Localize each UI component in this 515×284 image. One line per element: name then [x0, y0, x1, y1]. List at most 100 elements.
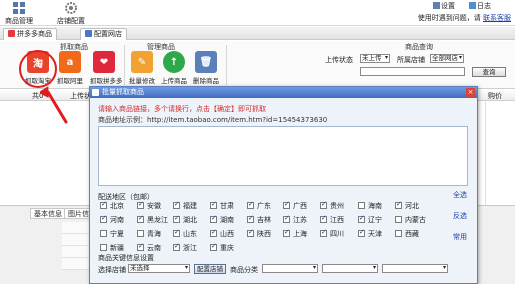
region-checkbox[interactable]: 海南	[358, 201, 382, 211]
checkbox[interactable]	[100, 230, 107, 237]
checkbox[interactable]	[320, 200, 327, 209]
region-checkbox[interactable]: 云南	[137, 242, 161, 253]
checkbox[interactable]	[320, 214, 327, 223]
common-regions-link[interactable]: 常用	[453, 232, 467, 242]
region-label: 江西	[330, 216, 344, 224]
region-label: 北京	[110, 202, 124, 210]
region-checkbox[interactable]: 贵州	[320, 200, 344, 211]
query-button[interactable]: 查询	[472, 67, 506, 77]
checkbox[interactable]	[283, 214, 290, 223]
checkbox[interactable]	[247, 200, 254, 209]
upload-product-button[interactable]: ↑ 上传商品	[160, 51, 188, 87]
category-select-2[interactable]	[322, 264, 378, 273]
checkbox[interactable]	[320, 228, 327, 237]
region-checkbox[interactable]: 福建	[173, 200, 197, 211]
ribbon: 抓取商品 管理商品 商品查询 淘 抓取淘宝 a 抓取阿里 ❤ 抓取拼多多 ✎ 批…	[0, 41, 515, 89]
checkbox[interactable]	[137, 200, 144, 209]
checkbox[interactable]	[100, 214, 107, 223]
close-button[interactable]: ×	[466, 88, 475, 97]
select-shop-label: 选择店铺	[98, 266, 126, 274]
checkbox[interactable]	[173, 200, 180, 209]
tab-config-shop[interactable]: 配置网店	[80, 28, 127, 40]
checkbox[interactable]	[137, 230, 144, 237]
log-link[interactable]: 日志	[469, 1, 491, 11]
checkbox[interactable]	[358, 214, 365, 223]
region-checkbox[interactable]: 江西	[320, 214, 344, 225]
shop-select[interactable]: 全部网店	[430, 54, 464, 63]
category-select-1[interactable]	[262, 264, 318, 273]
category-label: 商品分类	[230, 266, 258, 274]
checkbox[interactable]	[247, 214, 254, 223]
delete-product-button[interactable]: 🗑 删除商品	[192, 51, 220, 87]
checkbox[interactable]	[395, 200, 402, 209]
region-checkbox[interactable]: 甘肃	[210, 200, 234, 211]
tab-basic-info[interactable]: 基本信息	[30, 208, 66, 219]
region-checkbox[interactable]: 河北	[395, 200, 419, 211]
checkbox[interactable]	[137, 214, 144, 223]
region-checkbox[interactable]: 天津	[358, 228, 382, 239]
region-checkbox[interactable]: 浙江	[173, 242, 197, 253]
checkbox[interactable]	[173, 214, 180, 223]
shop-config-button[interactable]: 店铺配置	[54, 1, 88, 25]
tab-row: 拼多多商品 配置网店	[0, 27, 515, 40]
region-checkbox[interactable]: 河南	[100, 214, 124, 225]
checkbox[interactable]	[283, 200, 290, 209]
checkbox[interactable]	[358, 228, 365, 237]
settings-link[interactable]: 设置	[433, 1, 455, 11]
query-input[interactable]	[360, 67, 465, 76]
region-checkbox[interactable]: 上海	[283, 228, 307, 239]
checkbox[interactable]	[283, 228, 290, 237]
region-label: 安徽	[147, 202, 161, 210]
checkbox[interactable]	[210, 242, 217, 251]
region-checkbox[interactable]: 广西	[283, 200, 307, 211]
region-label: 广西	[293, 202, 307, 210]
checkbox[interactable]	[395, 216, 402, 223]
region-checkbox[interactable]: 湖北	[173, 214, 197, 225]
region-checkbox[interactable]: 辽宁	[358, 214, 382, 225]
fetch-alibaba-button[interactable]: a 抓取阿里	[56, 51, 84, 87]
batch-edit-button[interactable]: ✎ 批量修改	[128, 51, 156, 87]
region-checkbox[interactable]: 黑龙江	[137, 214, 168, 225]
checkbox[interactable]	[137, 242, 144, 251]
config-shop-button[interactable]: 配置店铺	[194, 264, 226, 274]
url-textarea[interactable]	[98, 126, 468, 186]
checkbox[interactable]	[395, 230, 402, 237]
region-checkbox[interactable]: 北京	[100, 200, 124, 211]
region-checkbox[interactable]: 江苏	[283, 214, 307, 225]
region-checkbox[interactable]: 广东	[247, 200, 271, 211]
checkbox[interactable]	[247, 228, 254, 237]
shop-config-label: 店铺配置	[57, 17, 85, 25]
region-checkbox[interactable]: 安徽	[137, 200, 161, 211]
checkbox[interactable]	[358, 202, 365, 209]
region-checkbox[interactable]: 西藏	[395, 229, 419, 239]
region-checkbox[interactable]: 重庆	[210, 242, 234, 253]
region-checkbox[interactable]: 新疆	[100, 243, 124, 253]
region-checkbox[interactable]: 四川	[320, 228, 344, 239]
tab-pinduoduo-products[interactable]: 拼多多商品	[3, 28, 57, 40]
region-checkbox[interactable]: 宁夏	[100, 229, 124, 239]
checkbox[interactable]	[173, 228, 180, 237]
checkbox[interactable]	[210, 214, 217, 223]
dialog-title: 批量抓取商品	[102, 88, 144, 96]
select-shop-dropdown[interactable]: 未选择	[128, 264, 190, 273]
checkbox[interactable]	[100, 244, 107, 251]
region-checkbox[interactable]: 陕西	[247, 228, 271, 239]
region-checkbox[interactable]: 青海	[137, 229, 161, 239]
region-checkbox[interactable]: 山西	[210, 228, 234, 239]
pinduoduo-icon	[8, 30, 15, 37]
checkbox[interactable]	[173, 242, 180, 251]
checkbox[interactable]	[100, 200, 107, 209]
checkbox[interactable]	[210, 228, 217, 237]
select-all-link[interactable]: 全选	[453, 190, 467, 200]
region-checkbox[interactable]: 吉林	[247, 214, 271, 225]
region-checkbox[interactable]: 山东	[173, 228, 197, 239]
product-management-button[interactable]: 商品管理	[2, 1, 36, 25]
region-checkbox[interactable]: 内蒙古	[395, 215, 426, 225]
contact-support-link[interactable]: 联系客服	[483, 14, 511, 22]
upload-status-select[interactable]: 未上传	[360, 54, 390, 63]
checkbox[interactable]	[210, 200, 217, 209]
category-select-3[interactable]	[382, 264, 448, 273]
region-checkbox[interactable]: 湖南	[210, 214, 234, 225]
fetch-pinduoduo-button[interactable]: ❤ 抓取拼多多	[90, 51, 123, 87]
invert-selection-link[interactable]: 反选	[453, 211, 467, 221]
